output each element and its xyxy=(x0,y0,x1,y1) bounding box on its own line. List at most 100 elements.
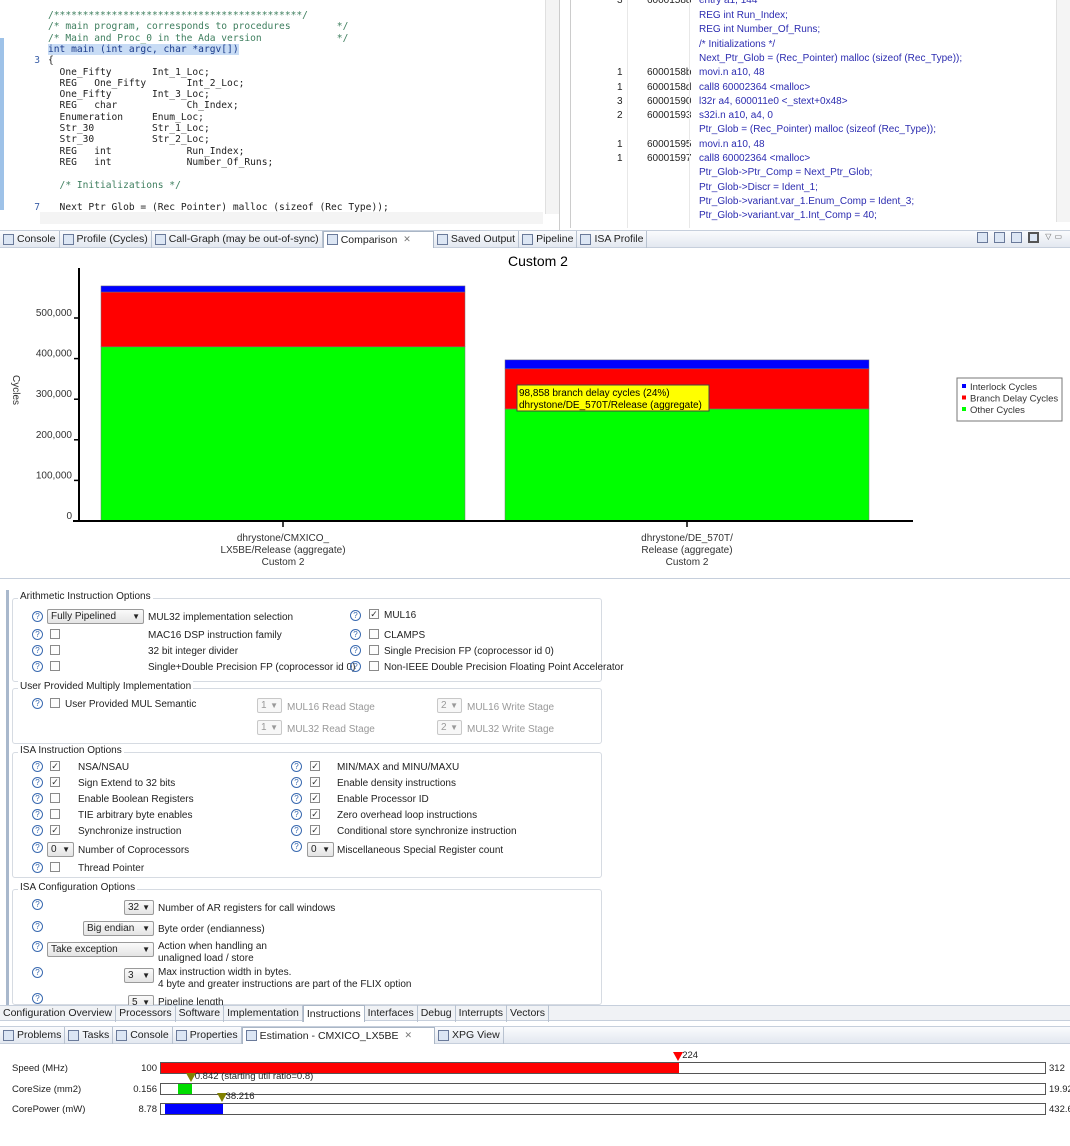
help-icon[interactable]: ? xyxy=(32,809,43,820)
help-icon[interactable]: ? xyxy=(32,941,43,952)
code-line[interactable]: /* Main and Proc_0 in the Ada version */ xyxy=(48,33,348,44)
help-icon[interactable]: ? xyxy=(32,761,43,772)
view-menu-icon[interactable]: ▽ xyxy=(1045,232,1051,243)
instr-width-select[interactable]: 3 ▼ xyxy=(124,968,154,983)
isa-checkbox[interactable]: ✓ xyxy=(50,825,60,835)
tab-processors[interactable]: Processors xyxy=(116,1004,176,1022)
help-icon[interactable]: ? xyxy=(32,793,43,804)
help-icon[interactable]: ? xyxy=(32,921,43,932)
isa-checkbox[interactable]: ✓ xyxy=(50,761,60,771)
tab-configuration-overview[interactable]: Configuration Overview xyxy=(0,1004,117,1022)
mul32-select[interactable]: Fully Pipelined ▼ xyxy=(47,609,144,624)
tab-properties[interactable]: Properties xyxy=(173,1026,242,1044)
source-editor[interactable]: /***************************************… xyxy=(0,0,560,230)
isa-checkbox[interactable]: ✓ xyxy=(310,809,320,819)
div32-checkbox[interactable] xyxy=(50,645,60,655)
tab-saved-output[interactable]: Saved Output xyxy=(434,230,520,248)
tab-implementation[interactable]: Implementation xyxy=(224,1004,303,1022)
tab-estimation-cmxico-lx5be[interactable]: Estimation - CMXICO_LX5BE ✕ xyxy=(241,1026,436,1044)
help-icon[interactable]: ? xyxy=(32,899,43,910)
minimize-icon[interactable]: ▭ xyxy=(1054,232,1062,243)
code-line[interactable]: /***************************************… xyxy=(48,10,308,21)
mac16-checkbox[interactable] xyxy=(50,629,60,639)
tab-call-graph-may-be-out-of-sync-[interactable]: Call-Graph (may be out-of-sync) xyxy=(152,230,323,248)
dfp-checkbox[interactable] xyxy=(50,661,60,671)
disassembly-view[interactable]: 3 60001588 entry a1, 144 REG int Run_Ind… xyxy=(570,0,1070,228)
help-icon[interactable]: ? xyxy=(32,645,43,656)
nonieee-checkbox[interactable] xyxy=(369,661,379,671)
tab-xpg-view[interactable]: XPG View xyxy=(435,1026,504,1044)
thread-pointer-checkbox[interactable] xyxy=(50,862,60,872)
help-icon[interactable]: ? xyxy=(291,825,302,836)
tab-software[interactable]: Software xyxy=(176,1004,225,1022)
code-line[interactable]: REG int Number_Of_Runs; xyxy=(48,157,274,168)
code-line[interactable]: REG One_Fifty Int_2_Loc; xyxy=(48,78,245,89)
help-icon[interactable]: ? xyxy=(32,661,43,672)
help-icon[interactable]: ? xyxy=(32,993,43,1004)
help-icon[interactable]: ? xyxy=(350,661,361,672)
help-icon[interactable]: ? xyxy=(32,825,43,836)
line-chart-icon[interactable] xyxy=(977,232,989,243)
endian-select[interactable]: Big endian ▼ xyxy=(83,921,154,936)
tab-console[interactable]: Console xyxy=(0,230,60,248)
code-line[interactable]: /* main program, corresponds to procedur… xyxy=(48,21,348,32)
coprocessors-select[interactable]: 0 ▼ xyxy=(47,842,74,857)
help-icon[interactable]: ? xyxy=(291,793,302,804)
tab-instructions[interactable]: Instructions xyxy=(302,1004,365,1022)
disassembly-scrollbar[interactable] xyxy=(1056,0,1070,222)
area-chart-icon[interactable] xyxy=(994,232,1006,243)
help-icon[interactable]: ? xyxy=(350,610,361,621)
help-icon[interactable]: ? xyxy=(32,777,43,788)
code-line[interactable]: Str_30 Str_2_Loc; xyxy=(48,134,210,145)
ar-registers-select[interactable]: 32 ▼ xyxy=(124,900,154,915)
isa-checkbox[interactable]: ✓ xyxy=(50,777,60,787)
sfp-checkbox[interactable] xyxy=(369,645,379,655)
code-line[interactable]: int main (int argc, char *argv[]) xyxy=(48,43,239,55)
help-icon[interactable]: ? xyxy=(32,698,43,709)
help-icon[interactable]: ? xyxy=(32,842,43,853)
tab-console[interactable]: Console xyxy=(113,1026,173,1044)
tab-profile-cycles-[interactable]: Profile (Cycles) xyxy=(60,230,152,248)
code-line[interactable]: Enumeration Enum_Loc; xyxy=(48,112,204,123)
code-line[interactable]: REG int Run_Index; xyxy=(48,146,245,157)
bar-chart-icon[interactable] xyxy=(1011,232,1023,243)
isa-checkbox[interactable] xyxy=(50,793,60,803)
tab-isa-profile[interactable]: ISA Profile xyxy=(577,230,648,248)
close-tab-icon[interactable]: ✕ xyxy=(403,234,411,245)
code-line[interactable]: One_Fifty Int_1_Loc; xyxy=(48,67,210,78)
help-icon[interactable]: ? xyxy=(32,967,43,978)
isa-checkbox[interactable]: ✓ xyxy=(310,761,320,771)
code-line[interactable]: One_Fifty Int_3_Loc; xyxy=(48,89,210,100)
help-icon[interactable]: ? xyxy=(291,777,302,788)
tab-interfaces[interactable]: Interfaces xyxy=(365,1004,418,1022)
help-icon[interactable]: ? xyxy=(291,809,302,820)
tab-tasks[interactable]: Tasks xyxy=(65,1026,114,1044)
clamps-checkbox[interactable] xyxy=(369,629,379,639)
help-icon[interactable]: ? xyxy=(291,841,302,852)
isa-checkbox[interactable] xyxy=(50,809,60,819)
help-icon[interactable]: ? xyxy=(291,761,302,772)
isa-checkbox[interactable]: ✓ xyxy=(310,777,320,787)
help-icon[interactable]: ? xyxy=(32,611,43,622)
help-icon[interactable]: ? xyxy=(350,645,361,656)
isa-checkbox[interactable]: ✓ xyxy=(310,825,320,835)
tab-vectors[interactable]: Vectors xyxy=(507,1004,550,1022)
code-line[interactable]: REG char Ch_Index; xyxy=(48,100,239,111)
tab-pipeline[interactable]: Pipeline xyxy=(519,230,578,248)
close-tab-icon[interactable]: ✕ xyxy=(404,1030,412,1041)
code-line[interactable]: Str_30 Str_1_Loc; xyxy=(48,123,210,134)
code-line[interactable]: /* Initializations */ xyxy=(48,180,181,191)
editor-horizontal-scrollbar[interactable] xyxy=(40,212,543,224)
stacked-bar-chart-icon[interactable] xyxy=(1028,232,1040,243)
help-icon[interactable]: ? xyxy=(32,862,43,873)
code-line[interactable]: { xyxy=(48,55,54,66)
help-icon[interactable]: ? xyxy=(350,629,361,640)
editor-vertical-scrollbar[interactable] xyxy=(545,0,559,214)
tab-comparison[interactable]: Comparison ✕ xyxy=(322,230,434,248)
options-scrollbar[interactable] xyxy=(6,590,9,1005)
tab-debug[interactable]: Debug xyxy=(418,1004,456,1022)
misc-register-select[interactable]: 0 ▼ xyxy=(307,842,334,857)
unaligned-select[interactable]: Take exception ▼ xyxy=(47,942,154,957)
mul16-checkbox[interactable]: ✓ xyxy=(369,609,379,619)
isa-checkbox[interactable]: ✓ xyxy=(310,793,320,803)
